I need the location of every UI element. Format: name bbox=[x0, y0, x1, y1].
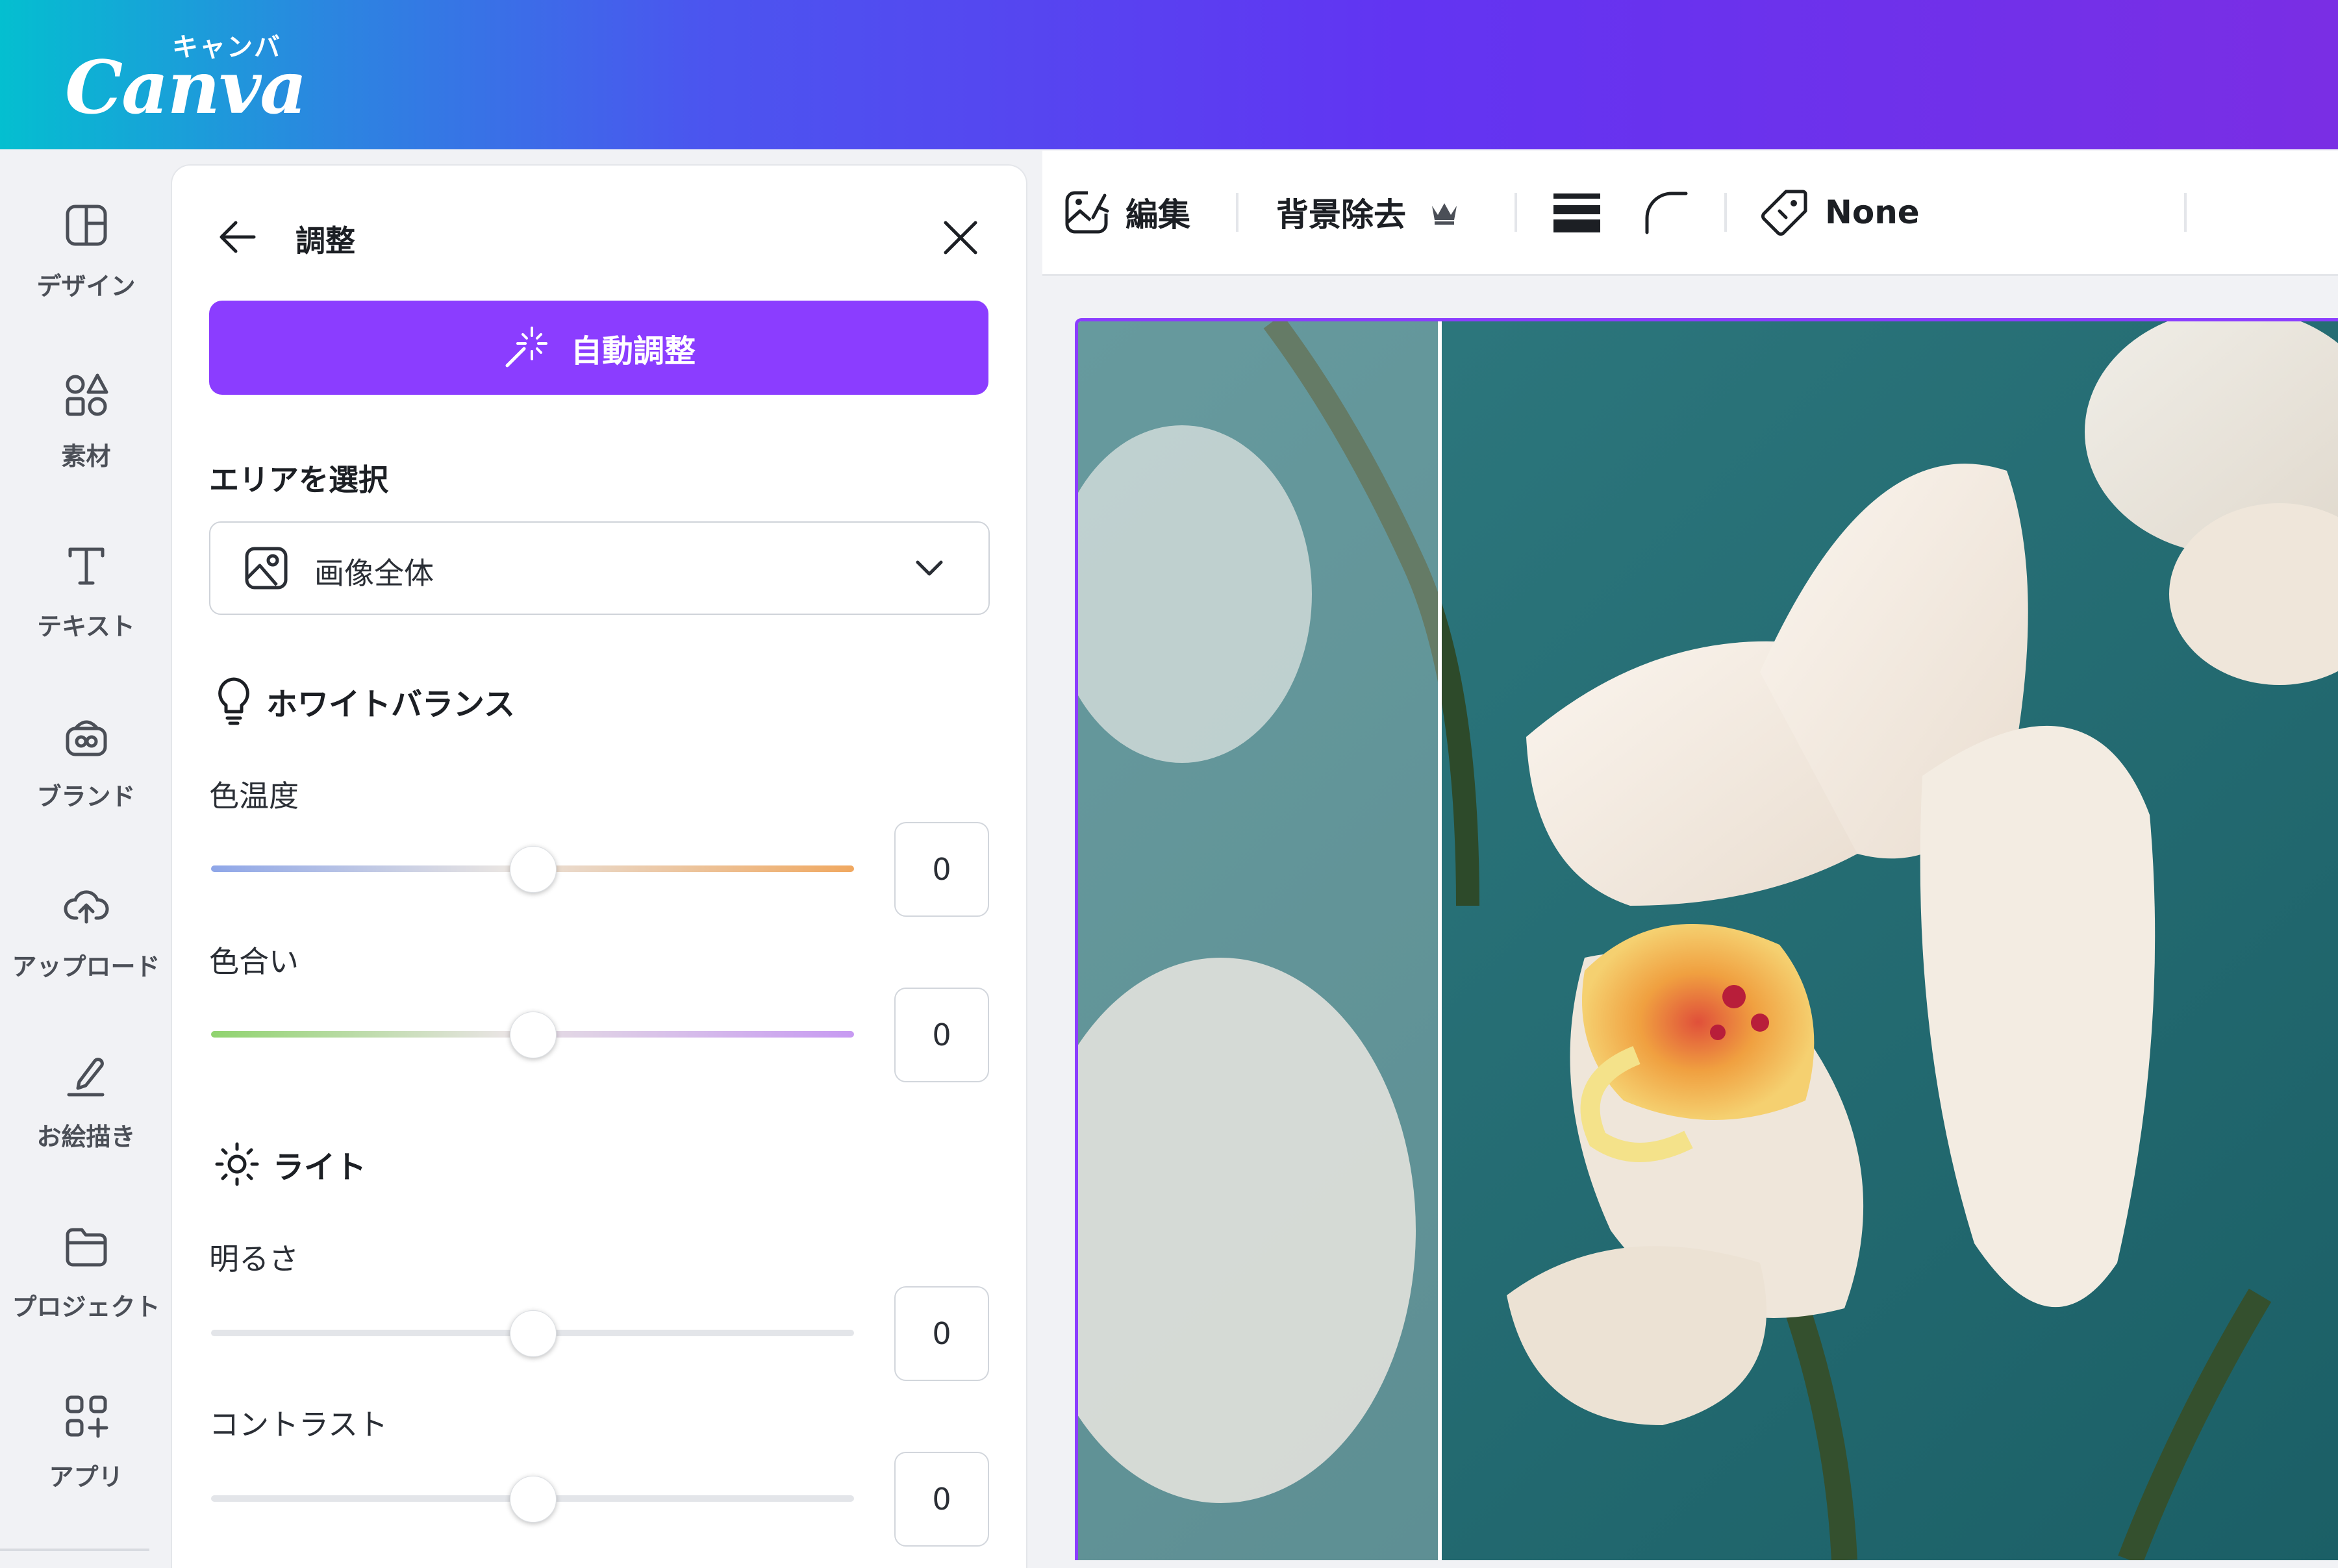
orchid-photo[interactable] bbox=[1075, 318, 2338, 1560]
sidebar-item-label: アプリ bbox=[49, 1463, 123, 1491]
auto-adjust-button[interactable]: 自動調整 bbox=[209, 301, 988, 395]
sidebar-item-label: 素材 bbox=[61, 442, 111, 471]
toolbar-divider bbox=[1724, 193, 1727, 232]
edit-image-icon bbox=[1065, 191, 1109, 234]
tag-label: None bbox=[1825, 193, 1920, 231]
sidebar-item-brand[interactable]: ブランド bbox=[0, 712, 172, 848]
white-balance-header: ホワイトバランス bbox=[214, 675, 515, 727]
brightness-slider-thumb[interactable] bbox=[510, 1310, 557, 1357]
sidebar-item-label: プロジェクト bbox=[12, 1293, 160, 1321]
toolbar-divider bbox=[1236, 193, 1238, 232]
draw-pen-icon bbox=[67, 1058, 104, 1097]
sidebar-item-upload[interactable]: アップロード bbox=[0, 882, 172, 1018]
auto-adjust-label: 自動調整 bbox=[570, 332, 696, 369]
side-rail: デザイン 素材 テキスト ブランド アップロード お絵描き プロジェクト アプリ bbox=[0, 149, 172, 1557]
crown-icon bbox=[1432, 203, 1457, 225]
cloud-upload-icon bbox=[63, 890, 109, 924]
border-weight-button[interactable] bbox=[1552, 190, 1602, 235]
toolbar-divider bbox=[1515, 193, 1517, 232]
apps-grid-icon bbox=[66, 1395, 108, 1438]
chevron-down-icon bbox=[916, 560, 943, 576]
canva-logo[interactable]: キャンバ Canva bbox=[65, 26, 307, 125]
sidebar-item-text[interactable]: テキスト bbox=[0, 541, 172, 678]
design-layout-icon bbox=[66, 205, 107, 246]
contrast-label: コントラスト bbox=[209, 1407, 388, 1442]
corner-rounding-button[interactable] bbox=[1643, 190, 1689, 235]
panel-header: 調整 bbox=[218, 205, 990, 269]
area-section-title: エリアを選択 bbox=[209, 462, 388, 497]
contrast-slider-thumb[interactable] bbox=[510, 1476, 557, 1523]
tint-slider-thumb[interactable] bbox=[510, 1012, 557, 1058]
light-title: ライト bbox=[273, 1149, 367, 1186]
temperature-value-input[interactable]: 0 bbox=[894, 822, 989, 917]
sun-icon bbox=[215, 1142, 259, 1186]
close-icon[interactable] bbox=[942, 219, 979, 256]
area-select-value: 画像全体 bbox=[314, 556, 434, 591]
folder-icon bbox=[66, 1228, 107, 1267]
top-bar: キャンバ Canva bbox=[0, 0, 2338, 149]
text-T-icon bbox=[68, 547, 104, 585]
logo-wordmark: Canva bbox=[65, 45, 307, 131]
contrast-value-input[interactable]: 0 bbox=[894, 1452, 989, 1547]
sidebar-item-projects[interactable]: プロジェクト bbox=[0, 1222, 172, 1358]
temperature-slider-thumb[interactable] bbox=[510, 846, 557, 893]
sidebar-item-label: お絵描き bbox=[36, 1123, 136, 1151]
brand-icon bbox=[66, 720, 107, 756]
bg-remove-button[interactable]: 背景除去 bbox=[1276, 190, 1459, 235]
brightness-label: 明るさ bbox=[209, 1241, 299, 1276]
temperature-label: 色温度 bbox=[209, 778, 299, 814]
image-icon bbox=[245, 547, 288, 590]
tag-button[interactable]: None bbox=[1760, 190, 1920, 236]
sidebar-item-draw[interactable]: お絵描き bbox=[0, 1052, 172, 1188]
white-balance-title: ホワイトバランス bbox=[266, 686, 516, 723]
area-select[interactable]: 画像全体 bbox=[209, 521, 990, 615]
adjust-panel: 調整 自動調整 エリアを選択 画像全体 ホワイトバランス 色温度 0 色合い 0… bbox=[172, 166, 1026, 1568]
sidebar-item-apps[interactable]: アプリ bbox=[0, 1392, 172, 1528]
lightbulb-icon bbox=[218, 677, 249, 725]
elements-shapes-icon bbox=[66, 373, 108, 416]
edit-image-button[interactable]: 編集 bbox=[1062, 190, 1190, 235]
magic-wand-icon bbox=[505, 326, 547, 367]
sidebar-item-label: テキスト bbox=[37, 612, 135, 641]
sidebar-item-elements[interactable]: 素材 bbox=[0, 371, 172, 508]
sidebar-item-label: デザイン bbox=[36, 272, 136, 301]
tint-value-input[interactable]: 0 bbox=[894, 988, 989, 1082]
panel-title: 調整 bbox=[295, 223, 355, 258]
tag-icon bbox=[1761, 190, 1807, 236]
light-header: ライト bbox=[214, 1138, 366, 1190]
bg-remove-label: 背景除去 bbox=[1276, 196, 1406, 234]
sidebar-item-label: アップロード bbox=[12, 952, 160, 981]
editor-toolbar: 編集 背景除去 None bbox=[1042, 151, 2338, 276]
rail-divider bbox=[0, 1549, 149, 1551]
photo-artwork bbox=[1078, 321, 2338, 1560]
sidebar-item-design[interactable]: デザイン bbox=[0, 201, 172, 338]
border-weight-icon bbox=[1553, 193, 1600, 232]
toolbar-divider bbox=[2184, 193, 2187, 232]
back-arrow-icon[interactable] bbox=[218, 219, 257, 255]
edit-label: 編集 bbox=[1125, 196, 1190, 234]
tint-label: 色合い bbox=[209, 944, 299, 979]
corner-rounding-icon bbox=[1645, 192, 1688, 234]
brightness-value-input[interactable]: 0 bbox=[894, 1286, 989, 1381]
sidebar-item-label: ブランド bbox=[36, 782, 136, 811]
